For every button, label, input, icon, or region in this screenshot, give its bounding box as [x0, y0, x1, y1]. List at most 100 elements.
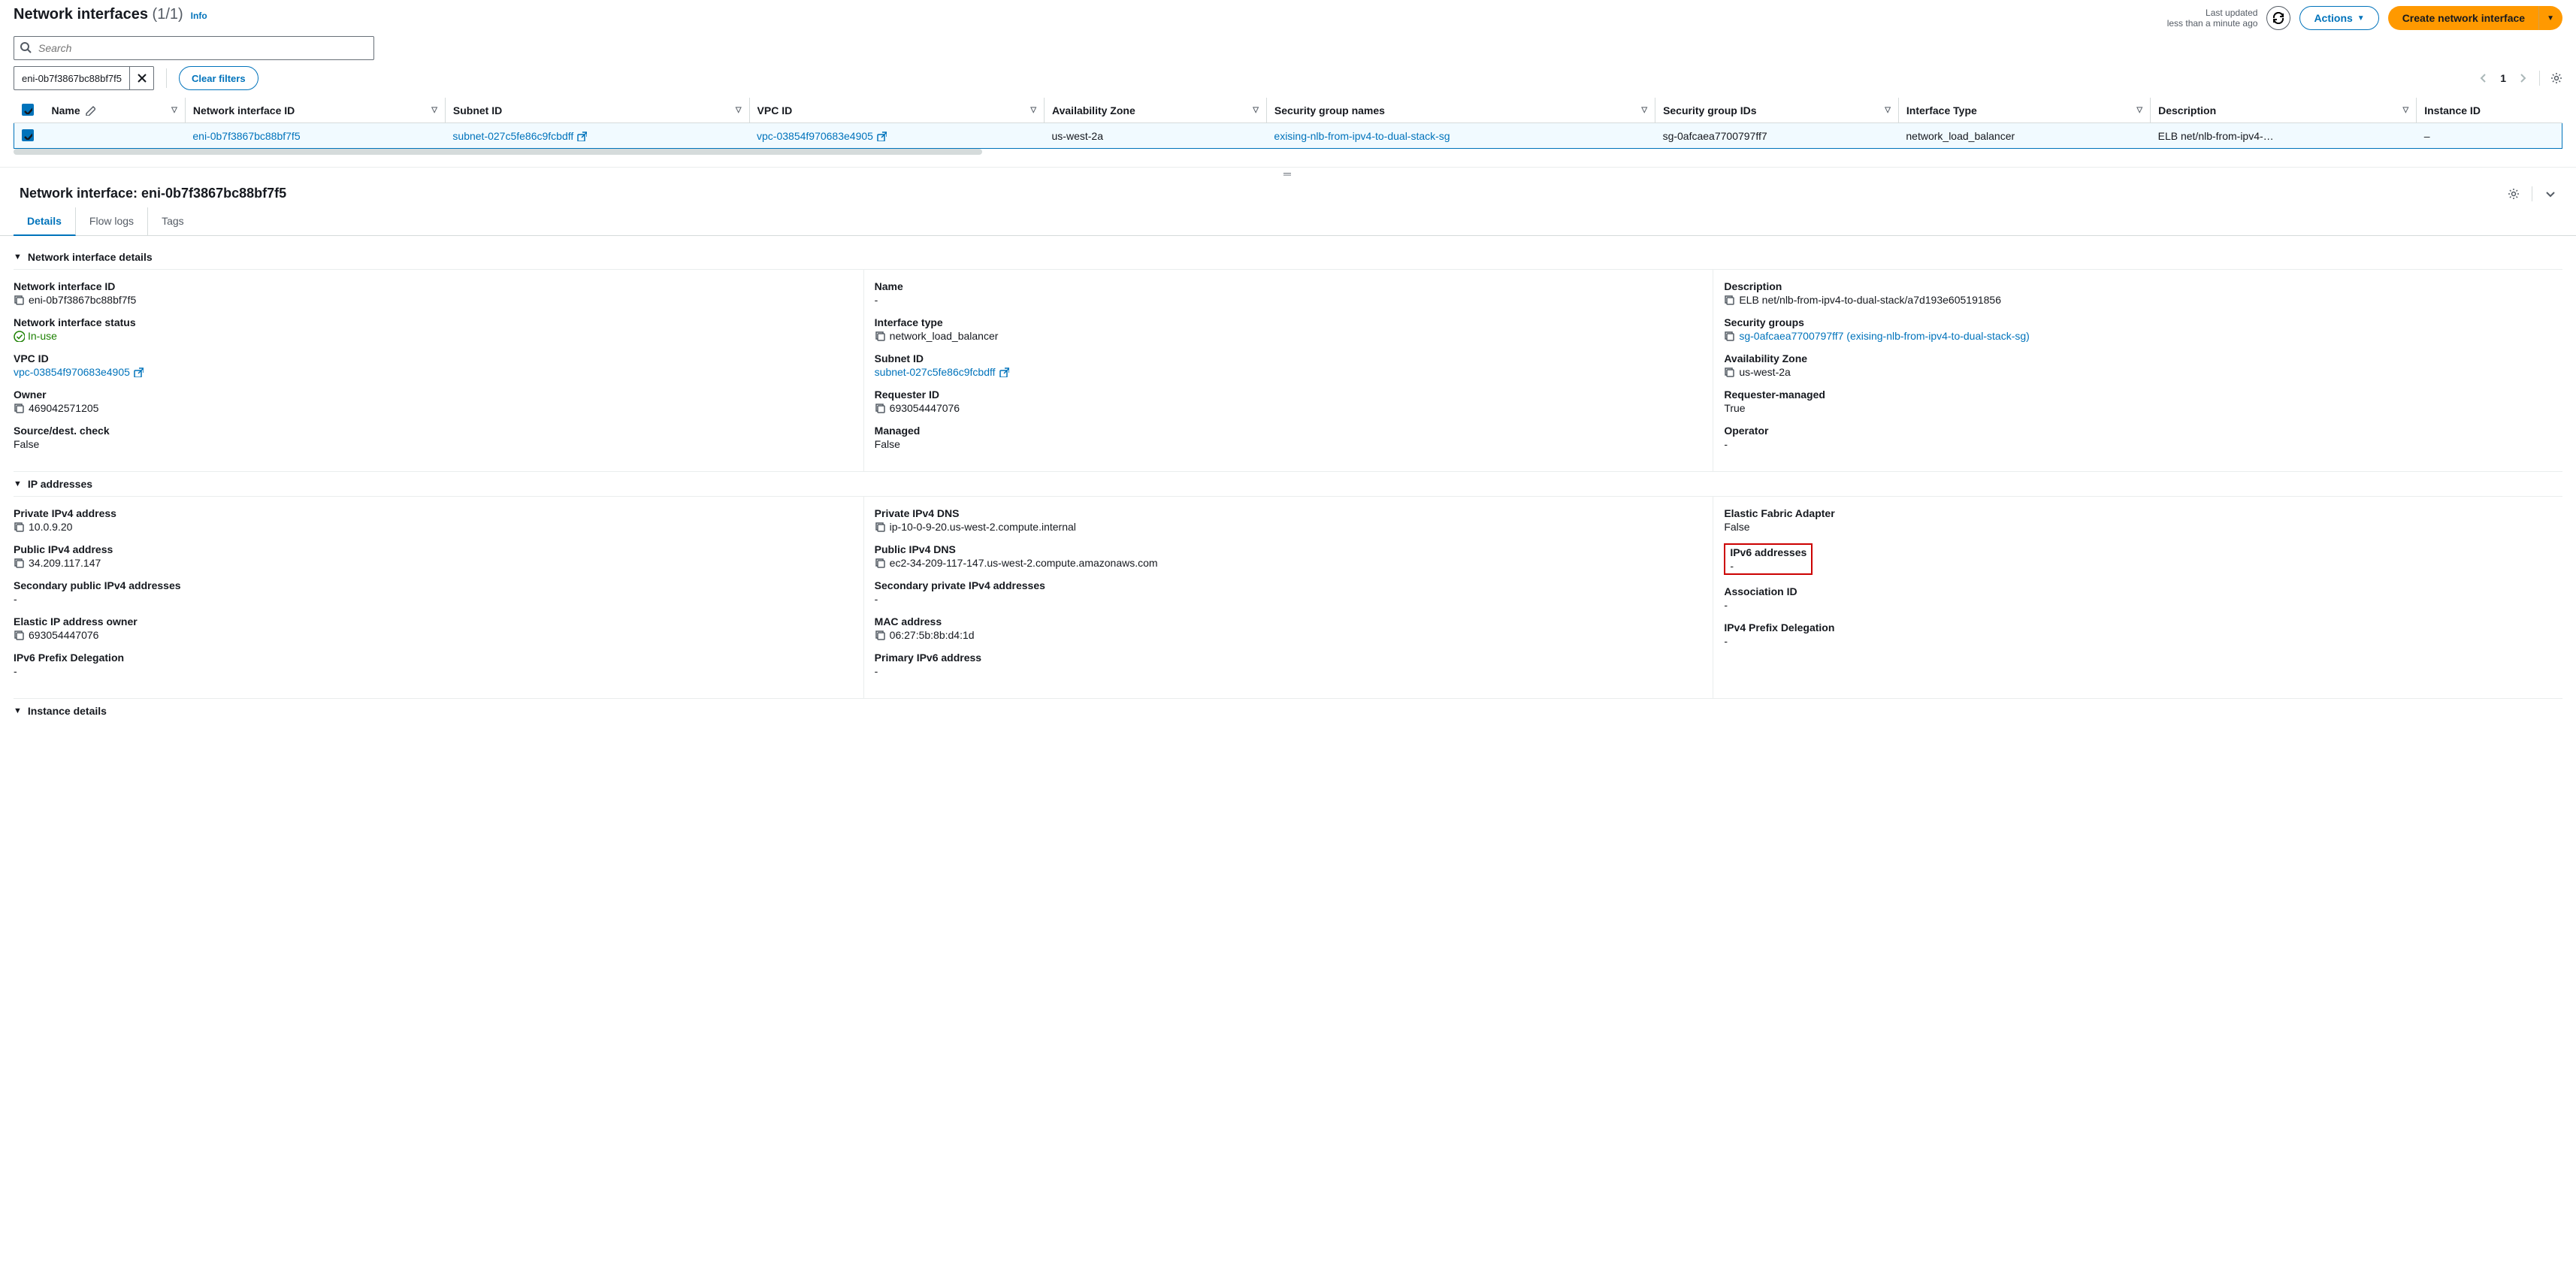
sort-icon[interactable]: ▽	[1641, 106, 1647, 114]
tab-flow-logs[interactable]: Flow logs	[76, 207, 148, 235]
page-prev[interactable]	[2478, 72, 2490, 84]
sort-icon[interactable]: ▽	[2403, 106, 2409, 114]
col-itype[interactable]: Interface Type	[1906, 104, 1977, 116]
tab-details[interactable]: Details	[14, 207, 76, 236]
value-eipo: 693054447076	[29, 629, 98, 641]
section-instance-details[interactable]: ▼ Instance details	[14, 699, 2562, 723]
copy-icon[interactable]	[14, 403, 24, 413]
label-eipo: Elastic IP address owner	[14, 615, 863, 627]
label-owner: Owner	[14, 389, 863, 401]
label-efa: Elastic Fabric Adapter	[1724, 507, 2562, 519]
clear-filters-button[interactable]: Clear filters	[179, 66, 259, 90]
col-desc[interactable]: Description	[2158, 104, 2216, 116]
copy-icon[interactable]	[1724, 367, 1734, 377]
filter-token-text: eni-0b7f3867bc88bf7f5	[14, 73, 129, 84]
label-vpc: VPC ID	[14, 352, 863, 364]
sort-icon[interactable]: ▽	[431, 106, 437, 114]
cell-az: us-west-2a	[1045, 123, 1267, 149]
label-description: Description	[1724, 280, 2562, 292]
section-network-interface-details[interactable]: ▼ Network interface details	[14, 245, 2562, 269]
value-ipv6: -	[1730, 560, 1807, 572]
copy-icon[interactable]	[875, 522, 885, 532]
divider	[2539, 71, 2540, 86]
sg-name-link[interactable]: exising-nlb-from-ipv4-to-dual-stack-sg	[1274, 130, 1450, 142]
subnet-link-detail[interactable]: subnet-027c5fe86c9fcbdff	[875, 366, 996, 378]
refresh-icon	[2272, 12, 2284, 24]
caret-down-icon: ▼	[14, 706, 22, 715]
create-network-interface-button[interactable]: Create network interface	[2388, 6, 2538, 30]
row-checkbox[interactable]	[22, 129, 34, 141]
sort-icon[interactable]: ▽	[1253, 106, 1259, 114]
col-eni[interactable]: Network interface ID	[193, 104, 295, 116]
sort-icon[interactable]: ▽	[1030, 106, 1036, 114]
info-link[interactable]: Info	[191, 11, 207, 21]
col-sgi[interactable]: Security group IDs	[1663, 104, 1756, 116]
table-settings-button[interactable]	[2550, 72, 2562, 84]
sg-link-detail[interactable]: sg-0afcaea7700797ff7 (exising-nlb-from-i…	[1739, 330, 2029, 342]
page-next[interactable]	[2517, 72, 2529, 84]
copy-icon[interactable]	[14, 295, 24, 305]
select-all-checkbox[interactable]	[22, 104, 34, 116]
gear-icon	[2508, 188, 2520, 200]
value-pipv6: -	[875, 665, 1713, 677]
label-requester: Requester ID	[875, 389, 1713, 401]
filter-token-remove[interactable]	[129, 67, 153, 89]
col-subnet[interactable]: Subnet ID	[453, 104, 502, 116]
col-az[interactable]: Availability Zone	[1052, 104, 1135, 116]
label-eni-id: Network interface ID	[14, 280, 863, 292]
copy-icon[interactable]	[875, 331, 885, 341]
caret-down-icon: ▼	[2547, 14, 2554, 23]
col-sgn[interactable]: Security group names	[1274, 104, 1385, 116]
external-link-icon	[876, 131, 887, 141]
eni-link[interactable]: eni-0b7f3867bc88bf7f5	[192, 130, 300, 142]
value-pub4: 34.209.117.147	[29, 557, 101, 569]
label-sg: Security groups	[1724, 316, 2562, 328]
copy-icon[interactable]	[1724, 295, 1734, 305]
cell-sgi: sg-0afcaea7700797ff7	[1655, 123, 1899, 149]
subnet-link[interactable]: subnet-027c5fe86c9fcbdff	[452, 130, 573, 142]
copy-icon[interactable]	[875, 403, 885, 413]
table-row[interactable]: eni-0b7f3867bc88bf7f5 subnet-027c5fe86c9…	[14, 123, 2562, 149]
sort-icon[interactable]: ▽	[2136, 106, 2142, 114]
horizontal-scrollbar[interactable]	[14, 149, 2562, 155]
value-reqmanaged: True	[1724, 402, 2562, 414]
label-pubdns: Public IPv4 DNS	[875, 543, 1713, 555]
create-dropdown-button[interactable]: ▼	[2538, 6, 2562, 30]
value-secpub: -	[14, 593, 863, 605]
col-vpc[interactable]: VPC ID	[757, 104, 793, 116]
split-handle[interactable]: ═	[1283, 168, 1293, 180]
actions-button[interactable]: Actions ▼	[2299, 6, 2378, 30]
label-status: Network interface status	[14, 316, 863, 328]
value-sdc: False	[14, 438, 863, 450]
vpc-link[interactable]: vpc-03854f970683e4905	[757, 130, 873, 142]
external-link-icon	[999, 367, 1009, 377]
label-priv4: Private IPv4 address	[14, 507, 863, 519]
value-pdns4: ip-10-0-9-20.us-west-2.compute.internal	[890, 521, 1076, 533]
detail-collapse-button[interactable]	[2544, 188, 2556, 200]
copy-icon[interactable]	[14, 522, 24, 532]
col-iid[interactable]: Instance ID	[2424, 104, 2481, 116]
sort-icon[interactable]: ▽	[736, 106, 742, 114]
sort-icon[interactable]: ▽	[171, 106, 177, 114]
copy-icon[interactable]	[1724, 331, 1734, 341]
refresh-button[interactable]	[2266, 6, 2290, 30]
copy-icon[interactable]	[875, 630, 885, 640]
search-input[interactable]	[14, 36, 374, 60]
tab-tags[interactable]: Tags	[148, 207, 198, 235]
vpc-link-detail[interactable]: vpc-03854f970683e4905	[14, 366, 130, 378]
sort-icon[interactable]: ▽	[1885, 106, 1891, 114]
label-az: Availability Zone	[1724, 352, 2562, 364]
cell-itype: network_load_balancer	[1898, 123, 2150, 149]
copy-icon[interactable]	[875, 558, 885, 568]
detail-settings-button[interactable]	[2508, 188, 2520, 200]
value-assoc: -	[1724, 599, 2562, 611]
section-ip-addresses[interactable]: ▼ IP addresses	[14, 472, 2562, 496]
copy-icon[interactable]	[14, 558, 24, 568]
copy-icon[interactable]	[14, 630, 24, 640]
caret-down-icon: ▼	[2357, 14, 2365, 23]
edit-icon[interactable]	[85, 105, 95, 116]
col-name[interactable]: Name	[52, 104, 80, 116]
value-description: ELB net/nlb-from-ipv4-to-dual-stack/a7d1…	[1739, 294, 2001, 306]
value-az: us-west-2a	[1739, 366, 1790, 378]
value-operator: -	[1724, 438, 2562, 450]
